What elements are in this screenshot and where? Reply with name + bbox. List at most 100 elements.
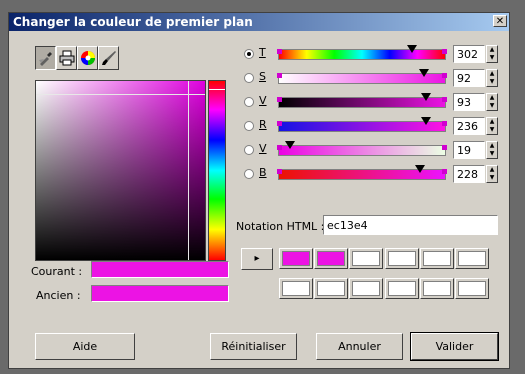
- history-swatch[interactable]: [385, 248, 419, 269]
- history-swatch[interactable]: [314, 278, 348, 299]
- slider-end-dot: [442, 73, 447, 78]
- history-color: [458, 281, 486, 296]
- channel-slider[interactable]: [277, 93, 447, 108]
- spin-down-icon: ▼: [489, 126, 495, 133]
- channel-spinner[interactable]: ▲ ▼: [486, 141, 498, 159]
- spin-down-icon: ▼: [489, 174, 495, 181]
- add-history-button[interactable]: ▸: [241, 248, 273, 270]
- slider-thumb[interactable]: [285, 141, 295, 149]
- channel-radio[interactable]: [244, 121, 254, 131]
- channel-spinner[interactable]: ▲ ▼: [486, 165, 498, 183]
- spin-down-icon: ▼: [489, 54, 495, 61]
- tab-wheel[interactable]: [77, 46, 98, 70]
- history-swatch[interactable]: [420, 278, 454, 299]
- slider-thumb[interactable]: [421, 117, 431, 125]
- cancel-button-label: Annuler: [338, 340, 381, 353]
- current-label: Courant :: [31, 265, 83, 278]
- channel-radio[interactable]: [244, 73, 254, 83]
- saturation-value-picker[interactable]: [35, 80, 206, 261]
- channel-slider[interactable]: [277, 141, 447, 156]
- history-swatch[interactable]: [349, 248, 383, 269]
- channel-value-field[interactable]: 228: [453, 165, 485, 183]
- spin-down-icon: ▼: [489, 78, 495, 85]
- channel-spinner[interactable]: ▲ ▼: [486, 45, 498, 63]
- channel-slider[interactable]: [277, 45, 447, 60]
- slider-end-dot: [277, 121, 282, 126]
- help-button[interactable]: Aide: [35, 333, 135, 360]
- history-color: [388, 251, 416, 266]
- previous-label: Ancien :: [36, 289, 81, 302]
- channel-label: R: [259, 118, 267, 131]
- close-button[interactable]: ✕: [493, 15, 507, 27]
- history-swatch[interactable]: [279, 278, 313, 299]
- title-bar: Changer la couleur de premier plan ✕: [9, 13, 509, 31]
- spin-down-icon: ▼: [489, 150, 495, 157]
- channel-value-field[interactable]: 93: [453, 93, 485, 111]
- slider-end-dot: [442, 49, 447, 54]
- slider-end-dot: [277, 73, 282, 78]
- channel-slider[interactable]: [277, 165, 447, 180]
- channel-radio[interactable]: [244, 97, 254, 107]
- printer-icon: [59, 50, 74, 66]
- picker-crosshair-v: [188, 81, 189, 260]
- history-color: [458, 251, 486, 266]
- help-button-label: Aide: [72, 340, 98, 353]
- slider-thumb[interactable]: [421, 93, 431, 101]
- history-swatch[interactable]: [420, 248, 454, 269]
- channel-spinner[interactable]: ▲ ▼: [486, 117, 498, 135]
- slider-thumb[interactable]: [415, 165, 425, 173]
- spin-up-icon: ▲: [489, 166, 495, 173]
- channel-value-field[interactable]: 92: [453, 69, 485, 87]
- channel-spinner[interactable]: ▲ ▼: [486, 69, 498, 87]
- spin-up-icon: ▲: [489, 142, 495, 149]
- dropper-icon: [38, 52, 52, 66]
- history-color: [352, 251, 380, 266]
- tab-scales[interactable]: [56, 46, 77, 70]
- channel-label: V: [259, 142, 267, 155]
- channel-radio[interactable]: [244, 169, 254, 179]
- channel-radio[interactable]: [244, 145, 254, 155]
- history-swatch[interactable]: [314, 248, 348, 269]
- history-color: [317, 251, 345, 266]
- history-color: [423, 281, 451, 296]
- slider-thumb[interactable]: [407, 45, 417, 53]
- slider-thumb[interactable]: [419, 69, 429, 77]
- history-color: [352, 281, 380, 296]
- color-wheel-icon: [80, 51, 95, 65]
- channel-radio[interactable]: [244, 49, 254, 59]
- dialog-title: Changer la couleur de premier plan: [13, 15, 253, 29]
- slider-end-dot: [442, 145, 447, 150]
- channel-value-field[interactable]: 236: [453, 117, 485, 135]
- tab-brush[interactable]: [98, 46, 119, 70]
- cancel-button[interactable]: Annuler: [316, 333, 403, 360]
- history-color: [282, 281, 310, 296]
- channel-spinner[interactable]: ▲ ▼: [486, 93, 498, 111]
- spin-up-icon: ▲: [489, 46, 495, 53]
- history-swatch[interactable]: [349, 278, 383, 299]
- channel-slider[interactable]: [277, 69, 447, 84]
- history-swatch[interactable]: [455, 248, 489, 269]
- current-color-swatch: [91, 261, 229, 278]
- history-color: [423, 251, 451, 266]
- previous-color-swatch[interactable]: [91, 285, 229, 302]
- slider-end-dot: [442, 121, 447, 126]
- spin-up-icon: ▲: [489, 118, 495, 125]
- spin-up-icon: ▲: [489, 94, 495, 101]
- channel-slider[interactable]: [277, 117, 447, 132]
- history-swatch[interactable]: [385, 278, 419, 299]
- hue-slider[interactable]: [208, 80, 226, 261]
- history-swatch[interactable]: [279, 248, 313, 269]
- channel-value-field[interactable]: 302: [453, 45, 485, 63]
- channel-label: B: [259, 166, 267, 179]
- channel-value-field[interactable]: 19: [453, 141, 485, 159]
- color-dialog: Changer la couleur de premier plan ✕ Cou…: [8, 12, 510, 369]
- slider-end-dot: [442, 169, 447, 174]
- history-color: [317, 281, 345, 296]
- html-notation-field[interactable]: ec13e4: [323, 215, 498, 235]
- history-swatch[interactable]: [455, 278, 489, 299]
- tab-picker[interactable]: [35, 46, 56, 70]
- history-color: [388, 281, 416, 296]
- reset-button[interactable]: Réinitialiser: [210, 333, 297, 360]
- channel-label: S: [259, 70, 266, 83]
- validate-button[interactable]: Valider: [410, 332, 499, 361]
